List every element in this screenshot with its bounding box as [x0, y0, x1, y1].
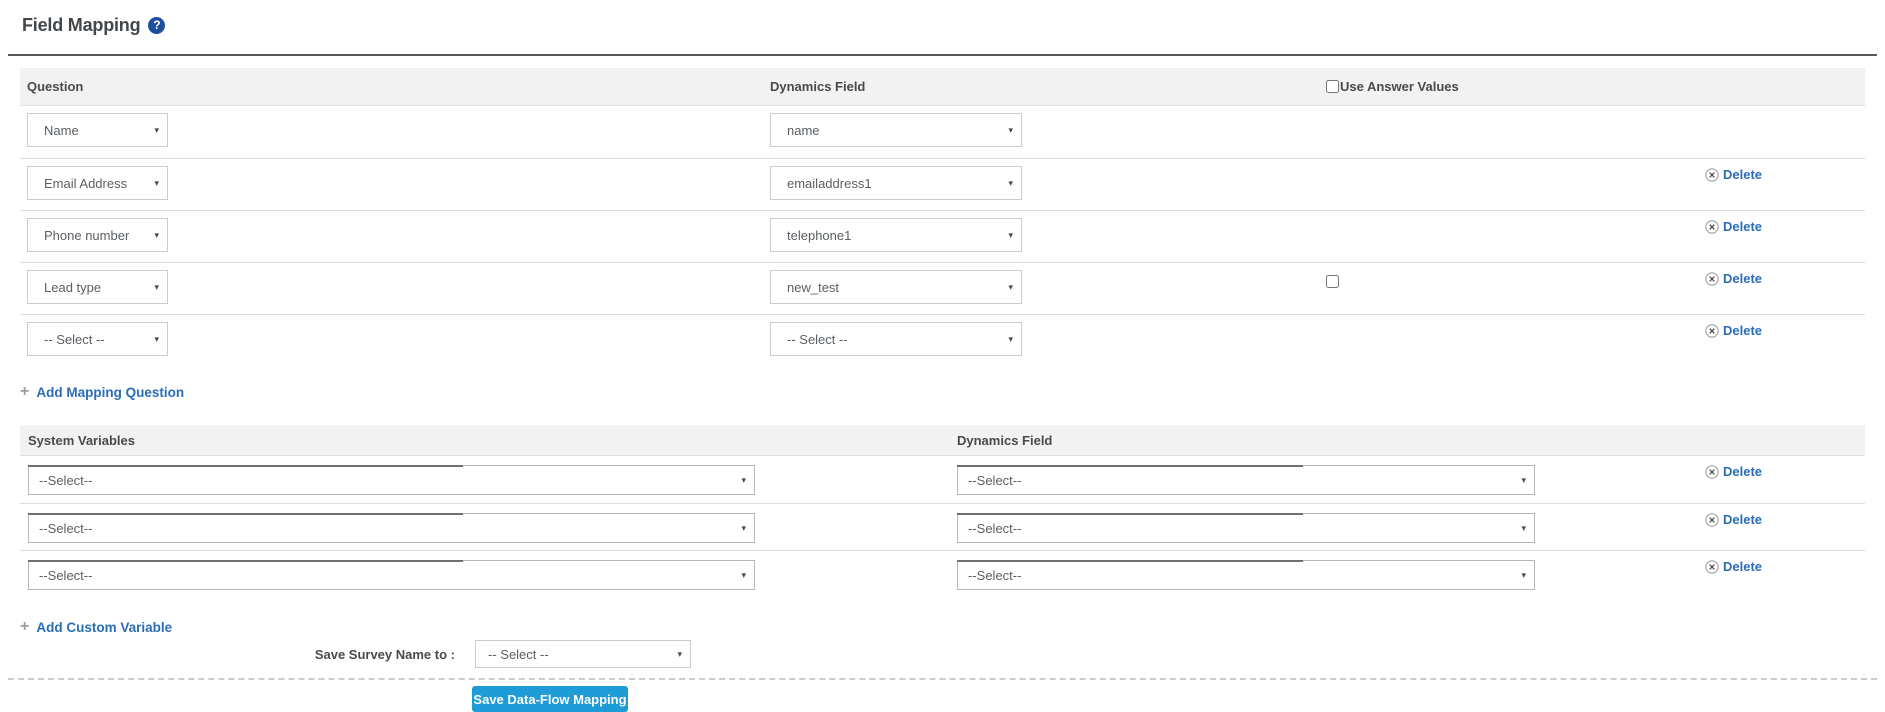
dynamics-field-column-header: Dynamics Field	[950, 433, 1696, 448]
table-row: Phone number ▾ telephone1 ▾ Delete	[20, 210, 1865, 262]
table-row: Lead type ▾ new_test ▾ Delete	[20, 262, 1865, 314]
delete-circle-x-icon	[1705, 560, 1719, 574]
plus-icon: +	[20, 619, 29, 635]
add-mapping-question-link[interactable]: + Add Mapping Question	[20, 384, 184, 400]
chevron-down-icon: ▾	[154, 230, 167, 241]
chevron-down-icon: ▾	[1008, 230, 1021, 241]
use-answer-values-row-checkbox[interactable]	[1326, 275, 1339, 288]
dynamics-field-select[interactable]: telephone1 ▾	[770, 218, 1022, 252]
delete-circle-x-icon	[1705, 168, 1719, 182]
chevron-down-icon: ▾	[154, 334, 167, 345]
delete-link[interactable]: Delete	[1705, 464, 1762, 479]
delete-circle-x-icon	[1705, 220, 1719, 234]
dynamics-field-select[interactable]: new_test ▾	[770, 270, 1022, 304]
delete-circle-x-icon	[1705, 465, 1719, 479]
chevron-down-icon: ▾	[741, 570, 754, 581]
use-answer-values-checkbox[interactable]	[1326, 80, 1339, 93]
table-row: Email Address ▾ emailaddress1 ▾ Delete	[20, 158, 1865, 210]
chevron-down-icon: ▾	[154, 125, 167, 136]
dynamics-field-select[interactable]: --Select-- ▾	[957, 560, 1535, 590]
chevron-down-icon: ▾	[1008, 125, 1021, 136]
dynamics-field-select[interactable]: emailaddress1 ▾	[770, 166, 1022, 200]
chevron-down-icon: ▾	[1008, 334, 1021, 345]
use-answer-values-header: Use Answer Values	[1319, 79, 1696, 94]
chevron-down-icon: ▾	[741, 523, 754, 534]
chevron-down-icon: ▾	[1008, 178, 1021, 189]
delete-link[interactable]: Delete	[1705, 559, 1762, 574]
dynamics-field-select[interactable]: --Select-- ▾	[957, 513, 1535, 543]
save-data-flow-mapping-button[interactable]: Save Data-Flow Mapping	[472, 686, 628, 712]
page-title: Field Mapping	[22, 15, 140, 36]
question-select[interactable]: Name ▾	[27, 113, 168, 147]
question-select[interactable]: -- Select -- ▾	[27, 322, 168, 356]
chevron-down-icon: ▾	[677, 649, 690, 660]
question-column-header: Question	[20, 79, 763, 94]
dynamics-field-select[interactable]: name ▾	[770, 113, 1022, 147]
save-survey-name-row: Save Survey Name to : -- Select -- ▾	[0, 640, 1885, 668]
delete-link[interactable]: Delete	[1705, 323, 1762, 338]
dynamics-field-select[interactable]: --Select-- ▾	[957, 465, 1535, 495]
table-row: --Select-- ▾ --Select-- ▾ Delete	[20, 456, 1865, 503]
add-custom-variable-link[interactable]: + Add Custom Variable	[20, 619, 172, 635]
field-mapping-page: Field Mapping ? Question Dynamics Field …	[0, 0, 1885, 712]
delete-circle-x-icon	[1705, 513, 1719, 527]
dynamics-field-column-header: Dynamics Field	[763, 79, 1319, 94]
delete-circle-x-icon	[1705, 324, 1719, 338]
delete-link[interactable]: Delete	[1705, 271, 1762, 286]
chevron-down-icon: ▾	[1008, 282, 1021, 293]
table-row: --Select-- ▾ --Select-- ▾ Delete	[20, 550, 1865, 597]
footer-divider	[8, 678, 1877, 680]
save-survey-name-select[interactable]: -- Select -- ▾	[475, 640, 691, 668]
delete-link[interactable]: Delete	[1705, 219, 1762, 234]
question-mapping-table: Question Dynamics Field Use Answer Value…	[20, 68, 1865, 366]
system-variable-select[interactable]: --Select-- ▾	[28, 465, 755, 495]
system-variable-select[interactable]: --Select-- ▾	[28, 560, 755, 590]
chevron-down-icon: ▾	[741, 475, 754, 486]
delete-circle-x-icon	[1705, 272, 1719, 286]
chevron-down-icon: ▾	[154, 178, 167, 189]
question-select[interactable]: Email Address ▾	[27, 166, 168, 200]
question-select[interactable]: Phone number ▾	[27, 218, 168, 252]
delete-link[interactable]: Delete	[1705, 512, 1762, 527]
variables-table-header: System Variables Dynamics Field	[20, 425, 1865, 456]
system-variables-column-header: System Variables	[20, 433, 950, 448]
system-variables-table: System Variables Dynamics Field --Select…	[20, 425, 1865, 597]
chevron-down-icon: ▾	[1521, 523, 1534, 534]
save-survey-name-label: Save Survey Name to :	[0, 647, 455, 662]
help-icon[interactable]: ?	[148, 17, 165, 34]
dynamics-field-select[interactable]: -- Select -- ▾	[770, 322, 1022, 356]
chevron-down-icon: ▾	[154, 282, 167, 293]
chevron-down-icon: ▾	[1521, 475, 1534, 486]
table-row: Name ▾ name ▾	[20, 106, 1865, 158]
use-answer-values-label: Use Answer Values	[1340, 79, 1459, 94]
table-row: --Select-- ▾ --Select-- ▾ Delete	[20, 503, 1865, 550]
plus-icon: +	[20, 384, 29, 400]
mapping-table-header: Question Dynamics Field Use Answer Value…	[20, 68, 1865, 106]
delete-link[interactable]: Delete	[1705, 167, 1762, 182]
header-divider	[8, 54, 1877, 56]
table-row: -- Select -- ▾ -- Select -- ▾ Delete	[20, 314, 1865, 366]
chevron-down-icon: ▾	[1521, 570, 1534, 581]
system-variable-select[interactable]: --Select-- ▾	[28, 513, 755, 543]
question-select[interactable]: Lead type ▾	[27, 270, 168, 304]
page-header: Field Mapping ?	[22, 12, 1885, 38]
